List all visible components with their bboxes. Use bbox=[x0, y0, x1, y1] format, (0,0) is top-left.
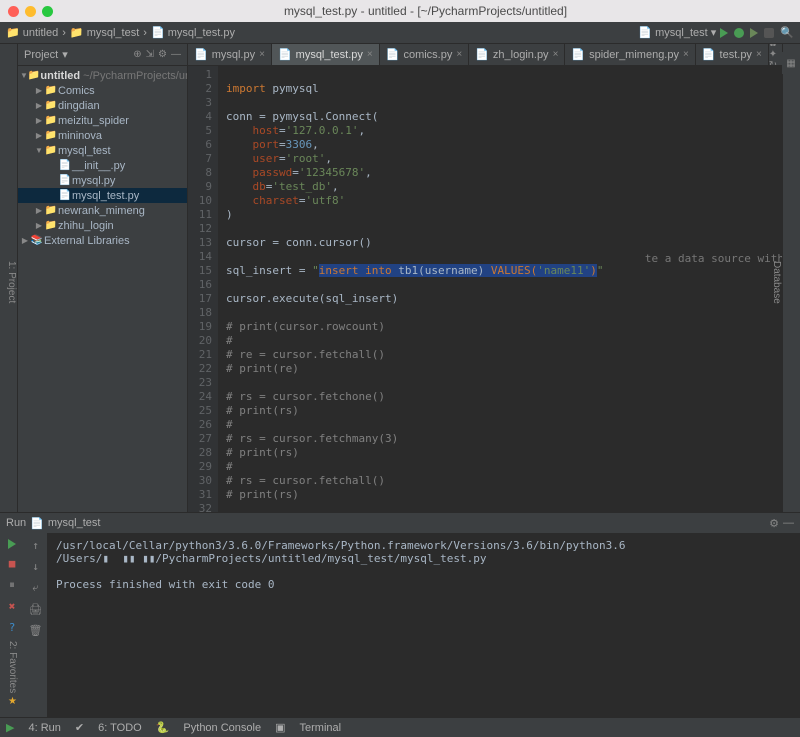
close-tab-icon[interactable]: × bbox=[756, 49, 762, 60]
project-tool-tab[interactable]: 1: Project bbox=[6, 261, 17, 303]
project-tree[interactable]: ▼📁 untitled ~/PycharmProjects/untitled ▶… bbox=[18, 66, 187, 512]
breadcrumb-root[interactable]: 📁 untitled bbox=[6, 26, 58, 39]
project-panel-title: Project bbox=[24, 49, 58, 61]
maximize-window-icon[interactable] bbox=[42, 6, 53, 17]
hide-panel-icon[interactable]: — bbox=[171, 49, 181, 60]
run-settings-icon[interactable]: ⚙ bbox=[769, 517, 779, 530]
stop-run-icon[interactable]: ■ bbox=[9, 557, 16, 570]
tree-folder[interactable]: ▶📁newrank_mimeng bbox=[18, 203, 187, 218]
tree-root[interactable]: ▼📁 untitled ~/PycharmProjects/untitled bbox=[18, 68, 187, 83]
tree-folder[interactable]: ▶📁dingdian bbox=[18, 98, 187, 113]
status-terminal-tab[interactable]: Terminal bbox=[300, 722, 342, 734]
run-output[interactable]: /usr/local/Cellar/python3/3.6.0/Framewor… bbox=[48, 533, 800, 717]
close-tab-icon[interactable]: × bbox=[683, 49, 689, 60]
clear-icon[interactable]: 🗑 bbox=[29, 624, 43, 637]
run-icon[interactable] bbox=[720, 28, 728, 38]
tree-folder[interactable]: ▶📁Comics bbox=[18, 83, 187, 98]
down-icon[interactable]: ↓ bbox=[32, 560, 39, 573]
editor-tab[interactable]: 📄spider_mimeng.py× bbox=[565, 44, 695, 65]
run-actions-col2: ↑ ↓ ⤶ 🖨 🗑 bbox=[24, 533, 48, 717]
editor-tab[interactable]: 📄comics.py× bbox=[380, 44, 469, 65]
editor-tab[interactable]: 📄mysql_test.py× bbox=[272, 44, 380, 65]
tree-folder[interactable]: ▶📁mininova bbox=[18, 128, 187, 143]
tree-file[interactable]: 📄mysql.py bbox=[18, 173, 187, 188]
editor-tab[interactable]: 📄mysql.py× bbox=[188, 44, 272, 65]
collapse-all-icon[interactable]: ⇲ bbox=[146, 49, 154, 60]
rerun-icon[interactable] bbox=[8, 539, 16, 549]
project-panel: Project ▾ ⊕ ⇲ ⚙ — ▼📁 untitled ~/PycharmP… bbox=[18, 44, 188, 512]
pause-icon[interactable]: ⏸ bbox=[9, 578, 15, 592]
help-icon[interactable]: ? bbox=[9, 621, 16, 634]
status-run-tab[interactable]: 4: Run bbox=[28, 722, 60, 734]
close-tab-icon[interactable]: × bbox=[367, 49, 373, 60]
up-icon[interactable]: ↑ bbox=[32, 539, 39, 552]
editor-tab[interactable]: 📄zh_login.py× bbox=[469, 44, 565, 65]
breadcrumb-folder[interactable]: 📁 mysql_test bbox=[70, 26, 139, 39]
status-pyconsole-tab[interactable]: Python Console bbox=[183, 722, 261, 734]
run-panel-label: Run bbox=[6, 517, 26, 529]
settings-icon[interactable]: ⚙ bbox=[158, 49, 167, 60]
tree-folder[interactable]: ▼📁mysql_test bbox=[18, 143, 187, 158]
exit-icon[interactable]: ✖ bbox=[9, 600, 16, 613]
debug-icon[interactable] bbox=[734, 28, 744, 38]
breadcrumb-file[interactable]: 📄 mysql_test.py bbox=[151, 26, 235, 39]
run-panel: Run 📄 mysql_test ⚙ — ■ ⏸ ✖ ? ↑ ↓ ⤶ 🖨 🗑 /… bbox=[0, 512, 800, 717]
code-area[interactable]: import pymysql conn = pymysql.Connect( h… bbox=[218, 66, 782, 512]
run-panel-config: mysql_test bbox=[48, 517, 101, 529]
soft-wrap-icon[interactable]: ⤶ bbox=[32, 581, 38, 595]
run-config-selector[interactable]: 📄 mysql_test ▾ bbox=[638, 26, 716, 39]
window-title: mysql_test.py - untitled - [~/PycharmPro… bbox=[59, 4, 792, 18]
editor[interactable]: 1234567891011121314151617181920212223242… bbox=[188, 66, 782, 512]
datasource-tip: te a data source with bbox=[645, 252, 782, 266]
right-tool-strip: ▦ Database bbox=[782, 44, 800, 512]
tree-folder[interactable]: ▶📁meizitu_spider bbox=[18, 113, 187, 128]
left-tool-strip: 1: Project 7: Structure bbox=[0, 44, 18, 512]
close-tab-icon[interactable]: × bbox=[456, 49, 462, 60]
editor-tab-row: 📄mysql.py×📄mysql_test.py×📄comics.py×📄zh_… bbox=[188, 44, 782, 66]
db-toolstrip-icon[interactable]: ▦ bbox=[782, 52, 800, 74]
navbar: 📁 untitled › 📁 mysql_test › 📄 mysql_test… bbox=[0, 22, 800, 44]
scroll-from-source-icon[interactable]: ⊕ bbox=[133, 49, 141, 60]
close-tab-icon[interactable]: × bbox=[259, 49, 265, 60]
titlebar: mysql_test.py - untitled - [~/PycharmPro… bbox=[0, 0, 800, 22]
tree-folder[interactable]: ▶📁zhihu_login bbox=[18, 218, 187, 233]
print-icon[interactable]: 🖨 bbox=[29, 603, 43, 616]
run-hide-icon[interactable]: — bbox=[783, 517, 794, 529]
search-icon[interactable]: 🔍 bbox=[780, 26, 794, 39]
close-tab-icon[interactable]: × bbox=[553, 49, 559, 60]
run-coverage-icon[interactable] bbox=[750, 28, 758, 38]
line-gutter: 1234567891011121314151617181920212223242… bbox=[188, 66, 218, 512]
favorites-tool-tab[interactable]: 2: Favorites bbox=[7, 641, 18, 693]
stop-icon[interactable] bbox=[764, 28, 774, 38]
external-libraries[interactable]: ▶📚External Libraries bbox=[18, 233, 187, 248]
tree-file[interactable]: 📄__init__.py bbox=[18, 158, 187, 173]
status-todo-tab[interactable]: 6: TODO bbox=[98, 722, 142, 734]
editor-tab[interactable]: 📄test.py× bbox=[696, 44, 769, 65]
close-window-icon[interactable] bbox=[8, 6, 19, 17]
minimize-window-icon[interactable] bbox=[25, 6, 36, 17]
tree-file[interactable]: 📄mysql_test.py bbox=[18, 188, 187, 203]
status-bar: ▶4: Run ✔6: TODO 🐍Python Console ▣Termin… bbox=[0, 717, 800, 737]
